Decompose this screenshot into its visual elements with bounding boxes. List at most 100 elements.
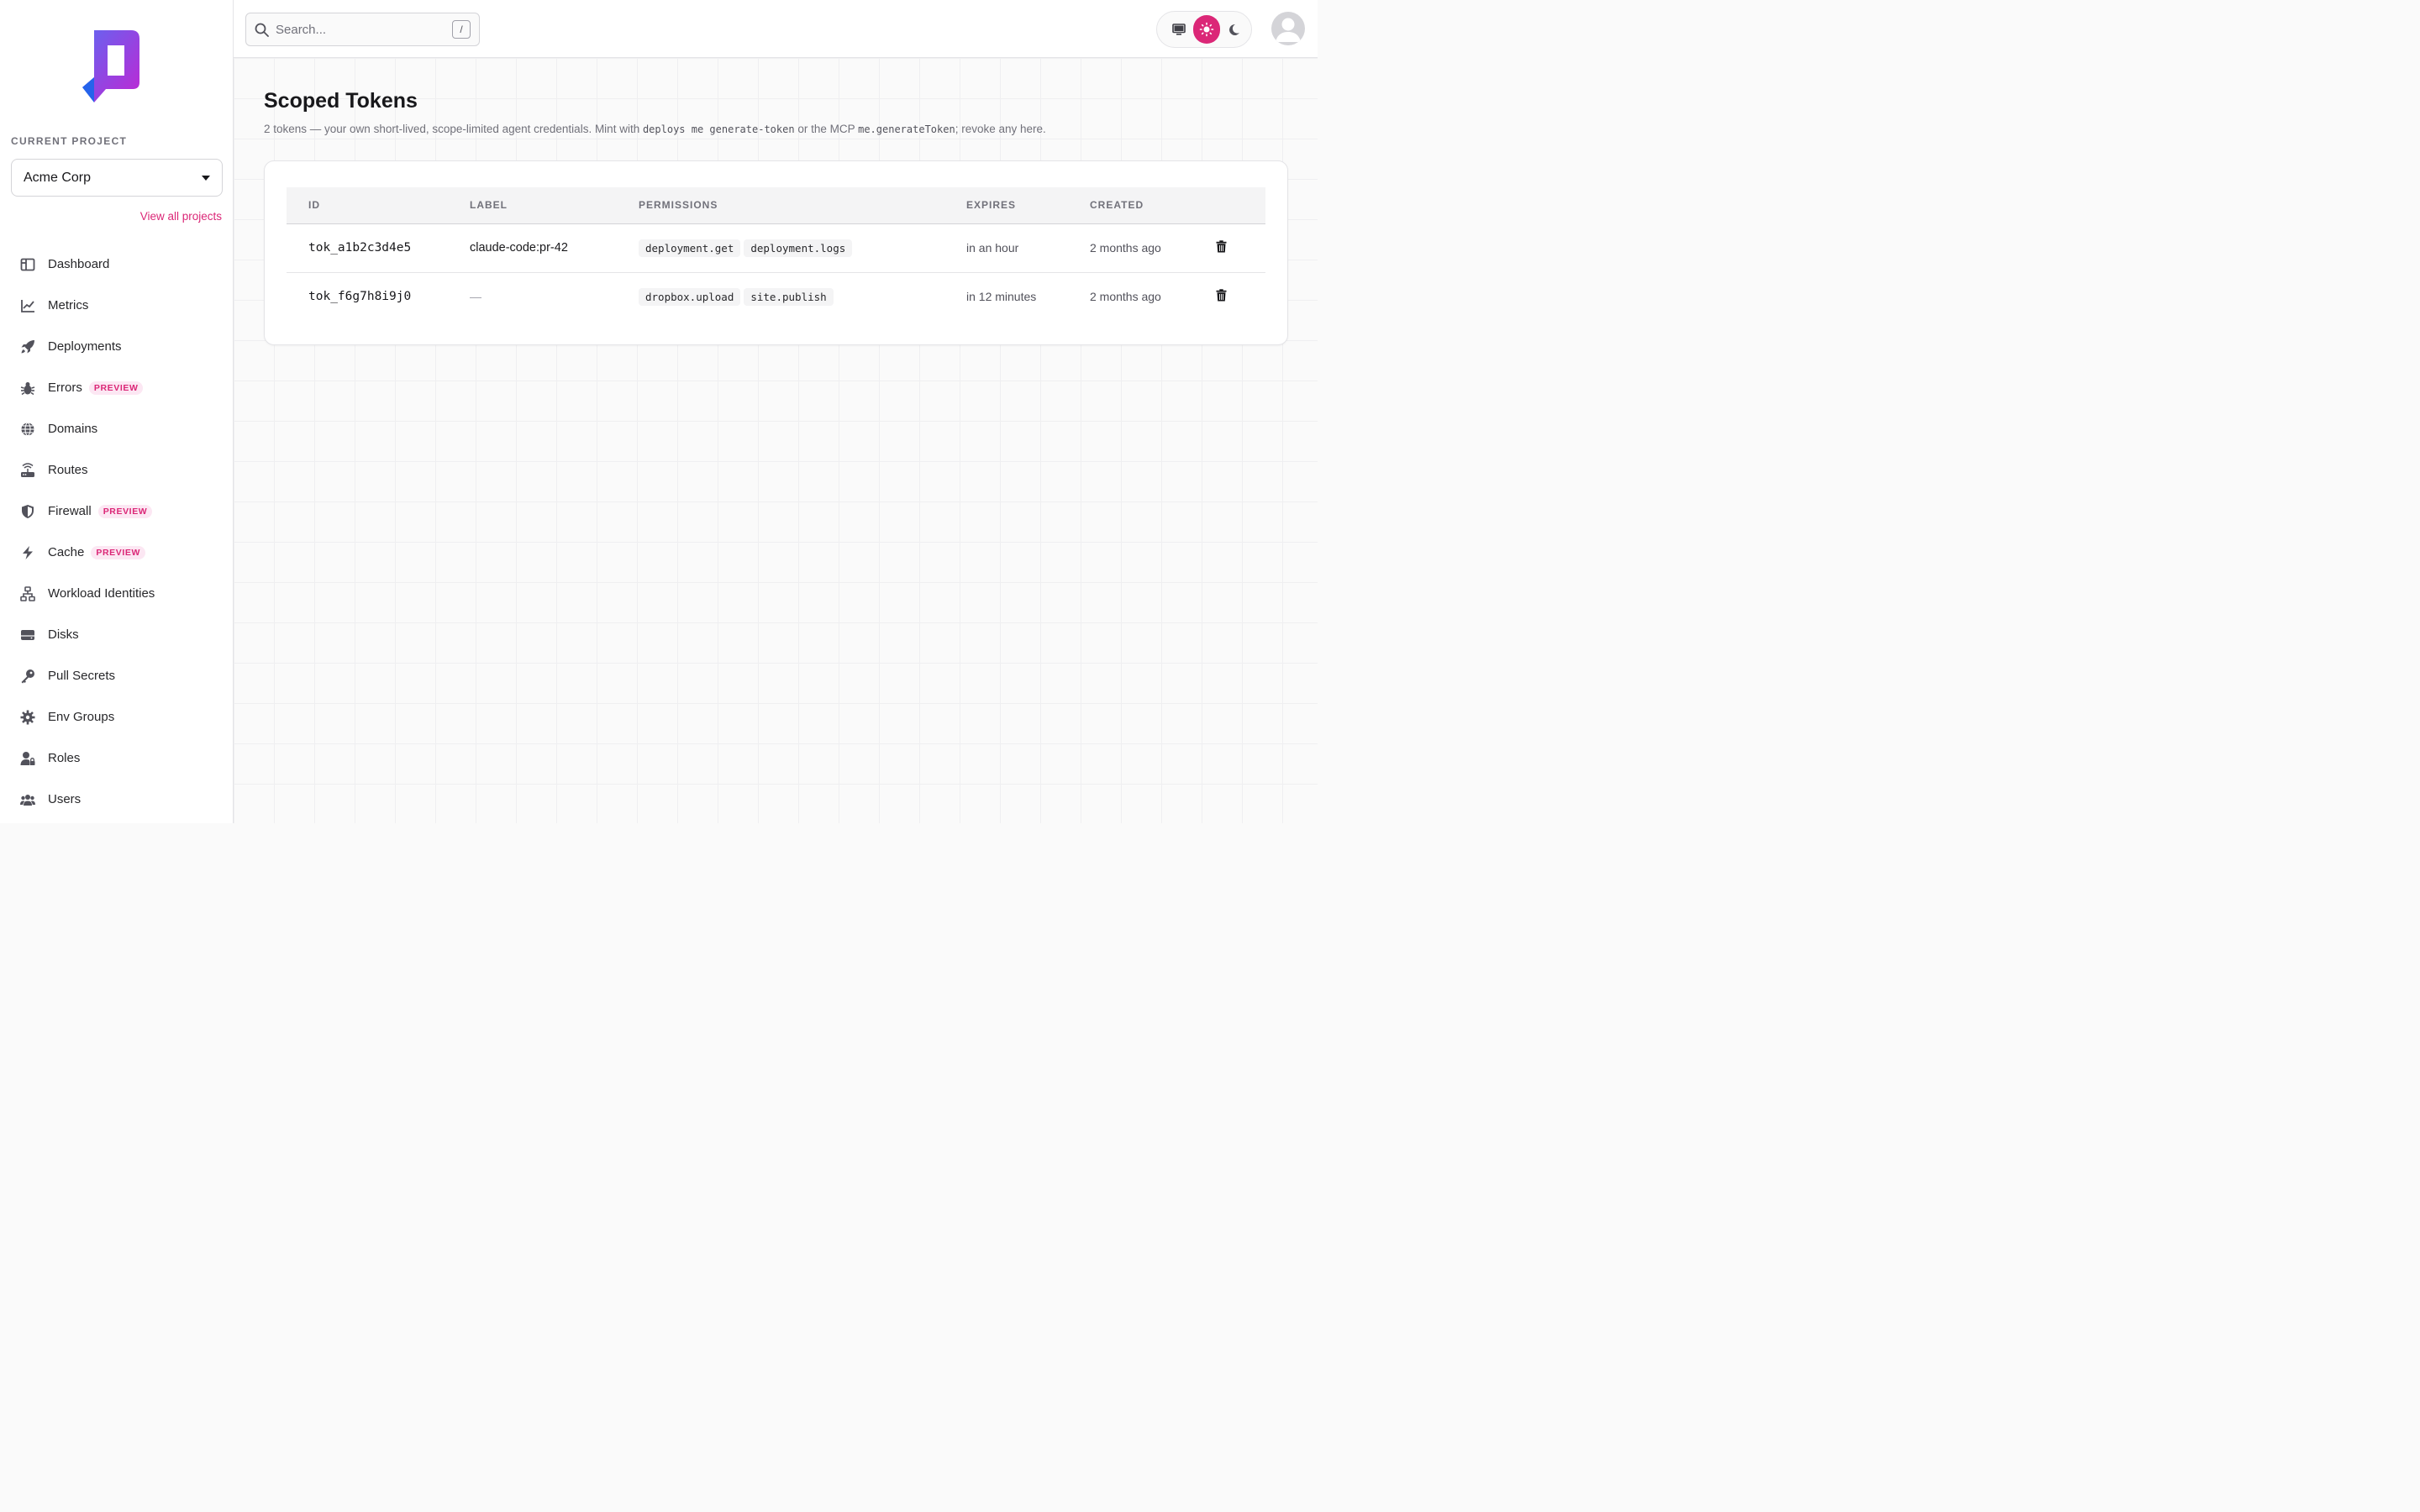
sidebar: CURRENT PROJECT Acme Corp View all proje…	[0, 0, 234, 823]
table-header-row: ID LABEL PERMISSIONS EXPIRES CREATED	[287, 187, 1265, 224]
chevron-down-icon	[202, 175, 210, 181]
shield-icon	[19, 503, 35, 519]
globe-icon	[19, 421, 35, 437]
gear-icon	[19, 709, 35, 725]
sidebar-item-label: Users	[48, 792, 82, 806]
bolt-icon	[19, 544, 35, 560]
moon-icon	[1229, 24, 1240, 35]
token-permissions: dropbox.upload site.publish	[639, 272, 966, 321]
sidebar-item-label: Cache	[48, 545, 85, 559]
row-actions	[1216, 223, 1265, 273]
search-input[interactable]	[276, 22, 452, 37]
tokens-card: ID LABEL PERMISSIONS EXPIRES CREATED tok…	[264, 160, 1288, 345]
trash-icon	[1216, 289, 1227, 302]
user-avatar[interactable]	[1271, 12, 1305, 45]
token-label: claude-code:pr-42	[470, 223, 639, 273]
preview-badge: PREVIEW	[97, 504, 153, 518]
user-icon	[1276, 18, 1301, 42]
sidebar-nav: Dashboard Metrics Deployments Errors PRE…	[0, 244, 233, 820]
top-bar: /	[234, 0, 1318, 58]
token-created: 2 months ago	[1090, 223, 1216, 273]
mcp-tool-name: me.generateToken	[858, 123, 955, 135]
sidebar-item-firewall[interactable]: Firewall PREVIEW	[0, 491, 233, 532]
search-shortcut-key: /	[452, 20, 471, 39]
bug-icon	[19, 380, 35, 396]
sun-icon	[1199, 22, 1214, 37]
page-subtitle: 2 tokens — your own short-lived, scope-l…	[264, 123, 1046, 135]
sidebar-item-label: Workload Identities	[48, 586, 155, 601]
monitor-icon	[1172, 24, 1186, 35]
sidebar-item-label: Disks	[48, 627, 79, 642]
column-header-actions	[1216, 187, 1265, 224]
permission-chip: site.publish	[744, 287, 834, 306]
sidebar-item-errors[interactable]: Errors PREVIEW	[0, 367, 233, 408]
subtitle-text: 2 tokens — your own short-lived, scope-l…	[264, 123, 643, 135]
token-label: —	[470, 290, 481, 304]
token-permissions: deployment.get deployment.logs	[639, 223, 966, 273]
sidebar-item-label: Errors	[48, 381, 82, 395]
permission-chip: deployment.get	[639, 239, 741, 257]
sidebar-item-domains[interactable]: Domains	[0, 408, 233, 449]
sidebar-item-label: Env Groups	[48, 710, 115, 724]
token-created: 2 months ago	[1090, 290, 1161, 304]
rocket-icon	[19, 339, 35, 354]
key-icon	[19, 668, 35, 684]
user-lock-icon	[19, 750, 35, 766]
theme-dark-button[interactable]	[1220, 15, 1248, 44]
sidebar-item-pull-secrets[interactable]: Pull Secrets	[0, 655, 233, 696]
sidebar-item-env-groups[interactable]: Env Groups	[0, 696, 233, 738]
theme-toggle	[1156, 11, 1252, 48]
dashboard-icon	[19, 256, 35, 272]
sidebar-item-routes[interactable]: Routes	[0, 449, 233, 491]
column-header-permissions: PERMISSIONS	[639, 187, 966, 224]
trash-icon	[1216, 239, 1227, 252]
revoke-token-button[interactable]	[1216, 239, 1227, 253]
column-header-id: ID	[287, 187, 470, 224]
sidebar-item-users[interactable]: Users	[0, 779, 233, 820]
tokens-table: ID LABEL PERMISSIONS EXPIRES CREATED tok…	[287, 187, 1265, 321]
search-box[interactable]: /	[245, 13, 480, 46]
sidebar-item-workload-identities[interactable]: Workload Identities	[0, 573, 233, 614]
theme-light-button[interactable]	[1192, 15, 1221, 44]
theme-system-button[interactable]	[1165, 15, 1193, 44]
sidebar-item-deployments[interactable]: Deployments	[0, 326, 233, 367]
sidebar-item-roles[interactable]: Roles	[0, 738, 233, 779]
subtitle-text: or the MCP	[794, 123, 859, 135]
page-title: Scoped Tokens	[264, 89, 418, 113]
view-all-projects-link[interactable]: View all projects	[140, 210, 222, 223]
sidebar-item-label: Roles	[48, 751, 81, 765]
search-icon	[255, 23, 269, 37]
sidebar-item-label: Pull Secrets	[48, 669, 116, 683]
project-name: Acme Corp	[24, 170, 92, 185]
revoke-token-button[interactable]	[1216, 289, 1227, 302]
sidebar-item-label: Routes	[48, 463, 88, 477]
token-expires: in an hour	[966, 223, 1090, 273]
preview-badge: PREVIEW	[91, 545, 145, 559]
sidebar-item-cache[interactable]: Cache PREVIEW	[0, 532, 233, 573]
app-logo[interactable]	[81, 30, 141, 102]
column-header-label: LABEL	[470, 187, 639, 224]
permission-chip: dropbox.upload	[639, 287, 741, 306]
sidebar-item-label: Deployments	[48, 339, 122, 354]
sidebar-item-disks[interactable]: Disks	[0, 614, 233, 655]
router-icon	[19, 462, 35, 478]
table-row: tok_f6g7h8i9j0 — dropbox.upload site.publ…	[287, 272, 1265, 321]
sidebar-item-label: Dashboard	[48, 257, 110, 271]
preview-badge: PREVIEW	[88, 381, 144, 395]
table-row: tok_a1b2c3d4e5 claude-code:pr-42 deploym…	[287, 223, 1265, 273]
network-icon	[19, 585, 35, 601]
permission-chip: deployment.logs	[744, 239, 853, 257]
project-select[interactable]: Acme Corp	[11, 159, 223, 197]
sidebar-item-metrics[interactable]: Metrics	[0, 285, 233, 326]
token-expires: in 12 minutes	[966, 290, 1037, 304]
token-id: tok_a1b2c3d4e5	[287, 223, 470, 273]
subtitle-text: ; revoke any here.	[955, 123, 1046, 135]
sidebar-item-label: Metrics	[48, 298, 89, 312]
sidebar-item-label: Domains	[48, 422, 98, 436]
sidebar-item-label: Firewall	[48, 504, 92, 518]
hard-drive-icon	[19, 627, 35, 643]
users-icon	[19, 791, 35, 807]
row-actions	[1216, 272, 1265, 321]
cli-command: deploys me generate-token	[642, 123, 795, 135]
sidebar-item-dashboard[interactable]: Dashboard	[0, 244, 233, 285]
